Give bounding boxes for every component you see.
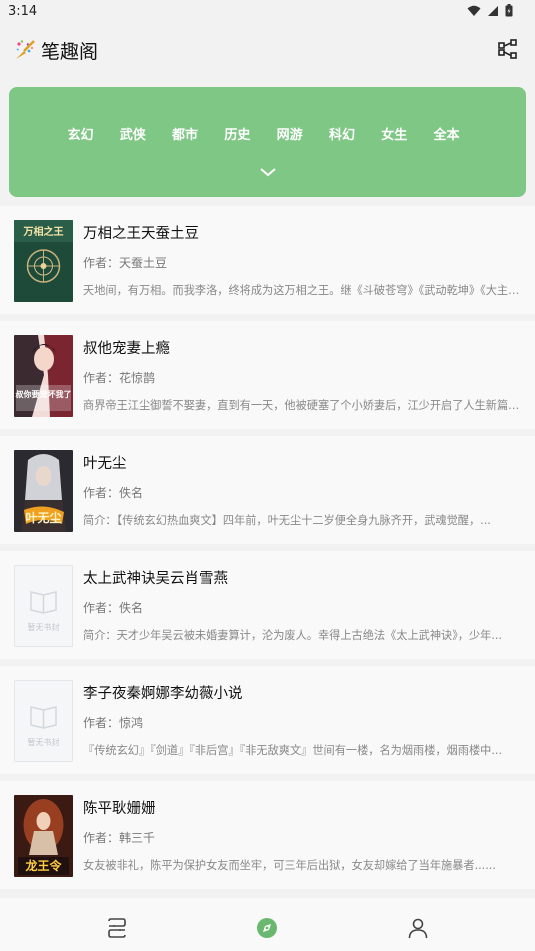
svg-text:叶无尘: 叶无尘 <box>25 510 61 525</box>
book-title: 叔他宠妻上瘾 <box>83 341 170 357</box>
book-description: 简介：天才少年吴云被未婚妻算计，沦为废人。幸得上古绝法《太上武神诀》，少年... <box>83 629 503 642</box>
book-cover: 万相之王 <box>14 220 73 302</box>
placeholder-text: 暂无书封 <box>27 738 60 747</box>
book-title: 李子夜秦婀娜李幼薇小说 <box>83 686 243 702</box>
category-item[interactable]: 历史 <box>211 124 263 143</box>
book-item[interactable]: 暂无书封 太上武神诀吴云肖雪燕 作者：佚名 简介：天才少年吴云被未婚妻算计，沦为… <box>0 551 535 659</box>
status-icons <box>467 4 513 17</box>
svg-text:万相之王: 万相之王 <box>23 225 64 238</box>
category-item[interactable]: 网游 <box>264 124 316 143</box>
category-item[interactable]: 女生 <box>368 124 420 143</box>
placeholder-cover: 暂无书封 <box>14 565 73 647</box>
book-title: 陈平耿姗姗 <box>83 801 156 817</box>
book-cover: 龙王令 <box>14 795 73 877</box>
book-description: 『传统玄幻』『剑道』『非后宫』『非无敌爽文』世间有一楼，名为烟雨楼，烟雨楼中..… <box>83 744 502 757</box>
book-cover: 暂无书封 <box>14 565 73 647</box>
profile-icon[interactable] <box>407 917 429 939</box>
battery-icon <box>505 4 513 17</box>
status-bar: 3:14 <box>0 0 535 24</box>
book-description: 简介：【传统玄幻热血爽文】四年前，叶无尘十二岁便全身九脉齐开，武魂觉醒，... <box>83 514 491 527</box>
category-item[interactable]: 全本 <box>420 124 472 143</box>
discover-icon[interactable] <box>256 917 278 939</box>
book-placeholder-icon <box>30 706 57 729</box>
book-cover: 叶无尘 <box>14 450 73 532</box>
category-panel: 玄幻 武侠 都市 历史 网游 科幻 女生 全本 <box>9 87 526 197</box>
book-item[interactable]: 龙王令 陈平耿姗姗 作者：韩三千 女友被非礼，陈平为保护女友而坐牢，可三年后出狱… <box>0 781 535 889</box>
signal-icon <box>488 5 498 16</box>
book-placeholder-icon <box>30 591 57 614</box>
book-author: 作者：惊鸿 <box>83 716 144 730</box>
category-item[interactable]: 武侠 <box>107 124 159 143</box>
book-item[interactable]: 叶无尘 叶无尘 作者：佚名 简介：【传统玄幻热血爽文】四年前，叶无尘十二岁便全身… <box>0 436 535 544</box>
svg-text:龙王令: 龙王令 <box>25 858 62 873</box>
book-item[interactable]: 暂无书封 李子夜秦婀娜李幼薇小说 作者：惊鸿 『传统玄幻』『剑道』『非后宫』『非… <box>0 666 535 774</box>
book-title: 太上武神诀吴云肖雪燕 <box>83 571 228 587</box>
share-icon[interactable] <box>498 39 518 59</box>
book-list: 万相之王 万相之王天蚕土豆 作者：天蚕土豆 天地间，有万相。而我李洛，终将成为这… <box>0 206 535 889</box>
category-item[interactable]: 都市 <box>159 124 211 143</box>
wifi-icon <box>467 5 481 16</box>
book-description: 天地间，有万相。而我李洛，终将成为这万相之王。继《斗破苍穹》《武动乾坤》《大主宰… <box>83 284 520 297</box>
book-title: 叶无尘 <box>83 456 127 472</box>
book-author: 作者：韩三千 <box>83 831 156 845</box>
app-logo-icon <box>16 40 35 59</box>
app-bar: 笔趣阁 <box>0 24 535 76</box>
bookshelf-icon[interactable] <box>106 917 128 939</box>
placeholder-cover: 暂无书封 <box>14 680 73 762</box>
book-title: 万相之王天蚕土豆 <box>83 226 199 242</box>
book-cover: 暂无书封 <box>14 680 73 762</box>
status-time: 3:14 <box>8 4 38 19</box>
svg-text:叔你要宠坏我了: 叔你要宠坏我了 <box>16 389 72 399</box>
category-item[interactable]: 玄幻 <box>54 124 106 143</box>
book-cover: 叔你要宠坏我了 <box>14 335 73 417</box>
book-description: 女友被非礼，陈平为保护女友而坐牢，可三年后出狱，女友却嫁给了当年施暴者.....… <box>83 859 496 872</box>
book-author: 作者：花惊鹊 <box>83 371 156 385</box>
book-author: 作者：佚名 <box>83 601 144 615</box>
app-title: 笔趣阁 <box>41 41 99 63</box>
chevron-down-icon[interactable] <box>259 167 277 177</box>
placeholder-text: 暂无书封 <box>27 623 60 632</box>
book-author: 作者：天蚕土豆 <box>83 256 168 270</box>
bottom-nav <box>0 898 535 951</box>
book-item[interactable]: 万相之王 万相之王天蚕土豆 作者：天蚕土豆 天地间，有万相。而我李洛，终将成为这… <box>0 206 535 314</box>
book-item[interactable]: 叔你要宠坏我了 叔他宠妻上瘾 作者：花惊鹊 商界帝王江尘御誓不娶妻，直到有一天，… <box>0 321 535 429</box>
category-item[interactable]: 科幻 <box>316 124 368 143</box>
category-row: 玄幻 武侠 都市 历史 网游 科幻 女生 全本 <box>9 124 526 143</box>
book-description: 商界帝王江尘御誓不娶妻，直到有一天，他被硬塞了个小娇妻后，江少开启了人生新篇章.… <box>83 399 520 412</box>
book-author: 作者：佚名 <box>83 486 144 500</box>
